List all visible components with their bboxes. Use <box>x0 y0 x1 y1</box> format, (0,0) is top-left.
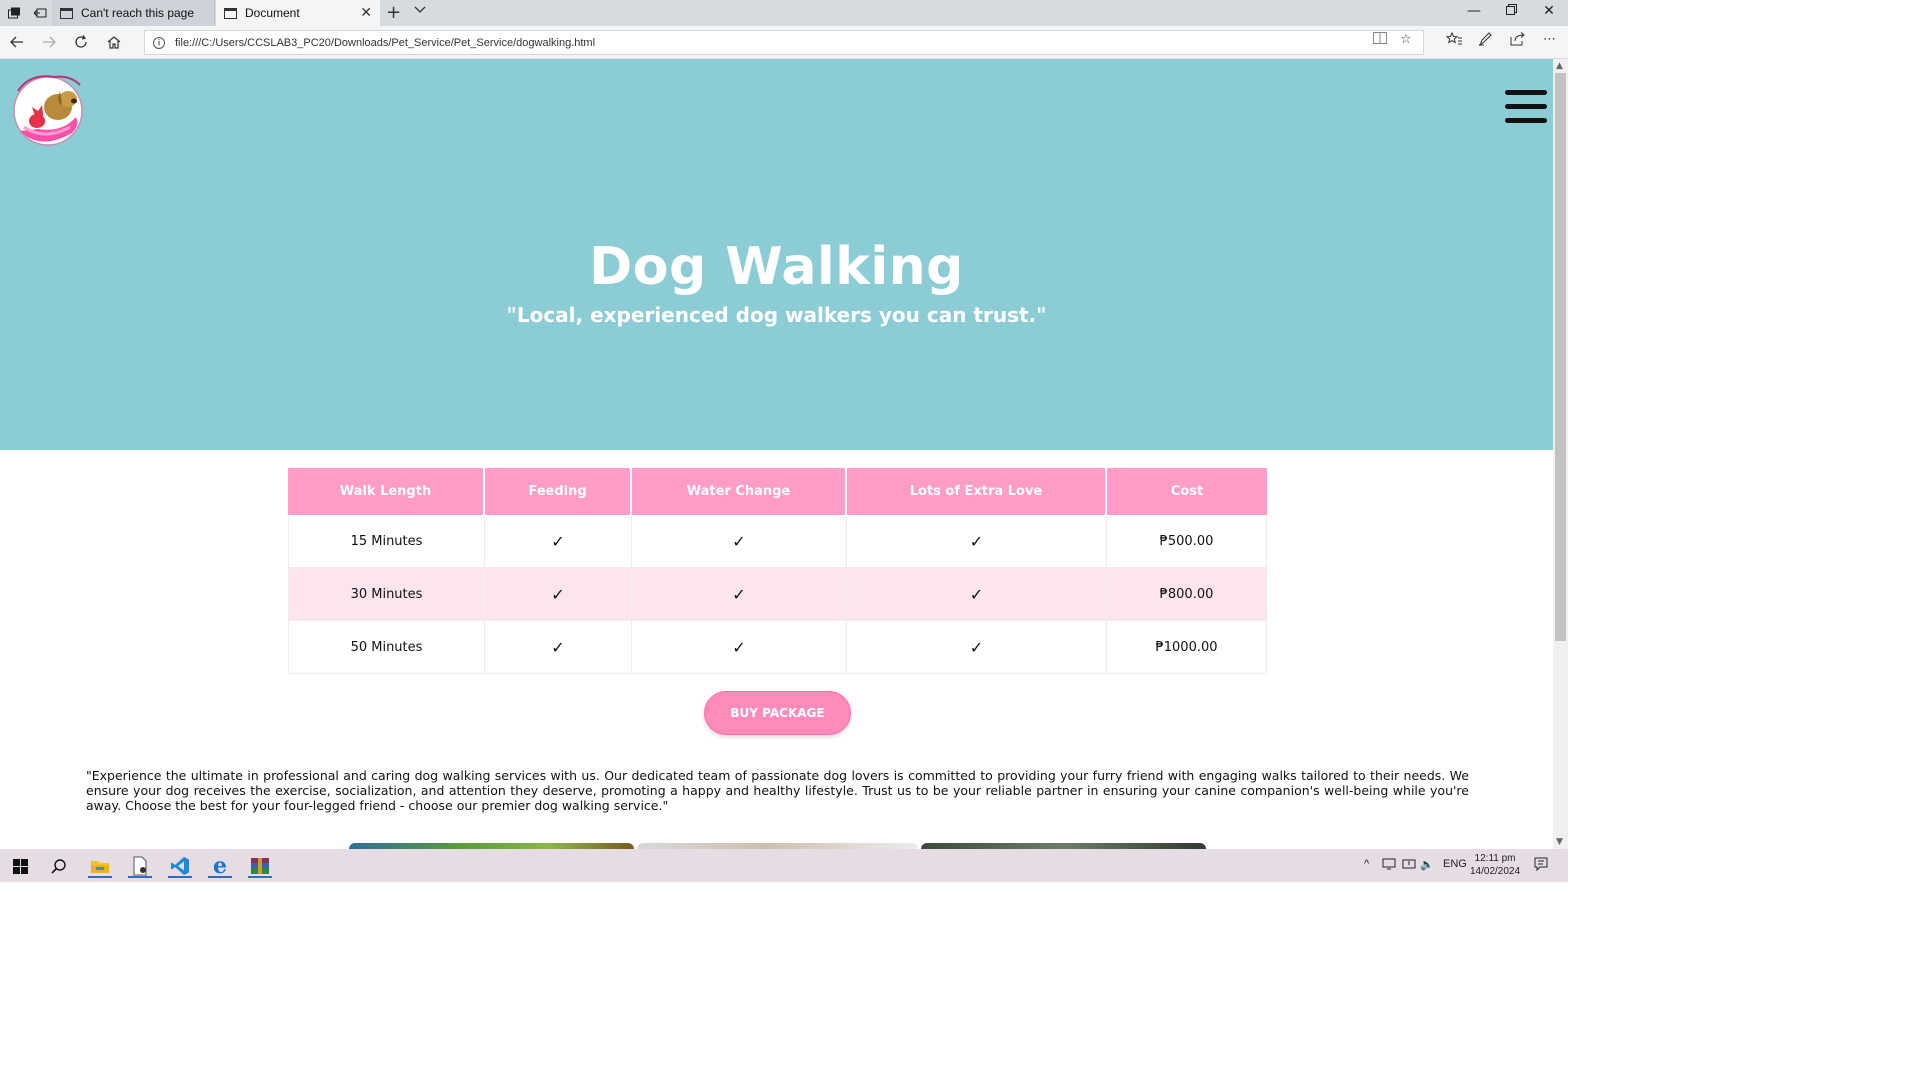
battery-warning-icon[interactable] <box>1402 858 1416 873</box>
info-icon[interactable]: i <box>153 36 165 49</box>
cost-cell: ₱800.00 <box>1107 568 1267 621</box>
windows-start-icon[interactable] <box>8 854 32 878</box>
close-window-icon[interactable]: ✕ <box>1534 3 1564 19</box>
notifications-icon[interactable] <box>1534 857 1548 874</box>
title-bar: Can't reach this page Document ✕ + — ✕ <box>0 0 1568 26</box>
set-aside-tabs-icon[interactable] <box>30 4 50 22</box>
walk-length-cell: 15 Minutes <box>288 515 485 568</box>
navigation-bar: i file:///C:/Users/CCSLAB3_PC20/Download… <box>0 26 1568 59</box>
table-row: 15 Minutes ✓ ✓ ✓ ₱500.00 <box>288 515 1267 568</box>
clock[interactable]: 12:11 pm 14/02/2024 <box>1470 852 1520 878</box>
document-app-icon[interactable] <box>128 854 152 878</box>
tab-label: Can't reach this page <box>81 6 195 20</box>
share-icon[interactable] <box>1510 32 1526 50</box>
vertical-scrollbar[interactable]: ▲ ▼ <box>1553 59 1568 849</box>
love-check-icon: ✓ <box>847 515 1107 568</box>
love-check-icon: ✓ <box>847 568 1107 621</box>
pen-notes-icon[interactable] <box>1478 32 1494 50</box>
file-explorer-icon[interactable] <box>88 854 112 878</box>
page-icon <box>60 7 73 19</box>
back-arrow-icon[interactable] <box>5 31 29 53</box>
favorites-hub-icon[interactable] <box>1445 31 1462 49</box>
col-header-water-change: Water Change <box>632 468 847 515</box>
service-description: "Experience the ultimate in professional… <box>86 768 1469 813</box>
scrollbar-thumb[interactable] <box>1555 73 1566 641</box>
new-tab-icon[interactable]: + <box>386 2 401 23</box>
table-row: 30 Minutes ✓ ✓ ✓ ₱800.00 <box>288 568 1267 621</box>
buy-package-button[interactable]: BUY PACKAGE <box>704 691 851 735</box>
page-title: Dog Walking <box>589 237 964 297</box>
reading-view-icon[interactable] <box>1373 32 1387 48</box>
hero-tagline: "Local, experienced dog walkers you can … <box>506 303 1047 327</box>
windows-taskbar: e ^ 🔈 ENG 12:11 pm 14/02/2024 <box>0 849 1568 882</box>
feeding-check-icon: ✓ <box>485 568 632 621</box>
close-tab-icon[interactable]: ✕ <box>360 4 372 21</box>
cost-cell: ₱500.00 <box>1107 515 1267 568</box>
volume-icon[interactable]: 🔈 <box>1420 858 1434 871</box>
love-check-icon: ✓ <box>847 621 1107 674</box>
restore-icon[interactable] <box>1496 3 1526 19</box>
feeding-check-icon: ✓ <box>485 515 632 568</box>
page-icon <box>224 7 237 19</box>
chevron-down-icon[interactable] <box>414 3 426 17</box>
water-check-icon: ✓ <box>632 568 847 621</box>
table-header-row: Walk Length Feeding Water Change Lots of… <box>288 468 1267 515</box>
address-bar[interactable]: i file:///C:/Users/CCSLAB3_PC20/Download… <box>144 30 1424 55</box>
site-logo[interactable] <box>10 69 86 147</box>
home-icon[interactable] <box>102 31 126 53</box>
col-header-walk-length: Walk Length <box>288 468 485 515</box>
more-icon[interactable]: ⋯ <box>1543 32 1556 47</box>
clock-date: 14/02/2024 <box>1470 866 1521 877</box>
tab-document[interactable]: Document ✕ <box>216 0 380 26</box>
cost-cell: ₱1000.00 <box>1107 621 1267 674</box>
edge-browser-icon[interactable]: e <box>208 853 232 879</box>
clock-time: 12:11 pm <box>1474 853 1516 864</box>
show-hidden-icons-icon[interactable]: ^ <box>1364 858 1369 870</box>
favorite-star-icon[interactable]: ☆ <box>1400 32 1412 47</box>
forward-arrow-icon[interactable] <box>37 31 61 53</box>
walk-length-cell: 30 Minutes <box>288 568 485 621</box>
hamburger-menu-icon[interactable] <box>1505 90 1547 124</box>
hero-section: Dog Walking "Local, experienced dog walk… <box>0 59 1553 450</box>
water-check-icon: ✓ <box>632 621 847 674</box>
pricing-table: Walk Length Feeding Water Change Lots of… <box>288 468 1267 674</box>
col-header-feeding: Feeding <box>485 468 632 515</box>
minimize-icon[interactable]: — <box>1459 3 1489 19</box>
refresh-icon[interactable] <box>69 31 93 53</box>
vscode-icon[interactable] <box>168 854 192 878</box>
feeding-check-icon: ✓ <box>485 621 632 674</box>
page-viewport: Dog Walking "Local, experienced dog walk… <box>0 59 1553 849</box>
winrar-icon[interactable] <box>248 854 272 878</box>
tab-label: Document <box>245 6 300 20</box>
water-check-icon: ✓ <box>632 515 847 568</box>
scroll-down-icon[interactable]: ▼ <box>1556 837 1563 847</box>
scroll-up-icon[interactable]: ▲ <box>1556 61 1563 71</box>
url-text: file:///C:/Users/CCSLAB3_PC20/Downloads/… <box>175 36 596 49</box>
tab-cant-reach[interactable]: Can't reach this page <box>52 0 215 26</box>
search-icon[interactable] <box>47 854 71 878</box>
col-header-cost: Cost <box>1107 468 1267 515</box>
col-header-extra-love: Lots of Extra Love <box>847 468 1107 515</box>
network-icon[interactable] <box>1382 858 1396 873</box>
language-indicator[interactable]: ENG <box>1443 858 1467 870</box>
walk-length-cell: 50 Minutes <box>288 621 485 674</box>
tab-actions-icon[interactable] <box>4 4 24 22</box>
table-row: 50 Minutes ✓ ✓ ✓ ₱1000.00 <box>288 621 1267 674</box>
